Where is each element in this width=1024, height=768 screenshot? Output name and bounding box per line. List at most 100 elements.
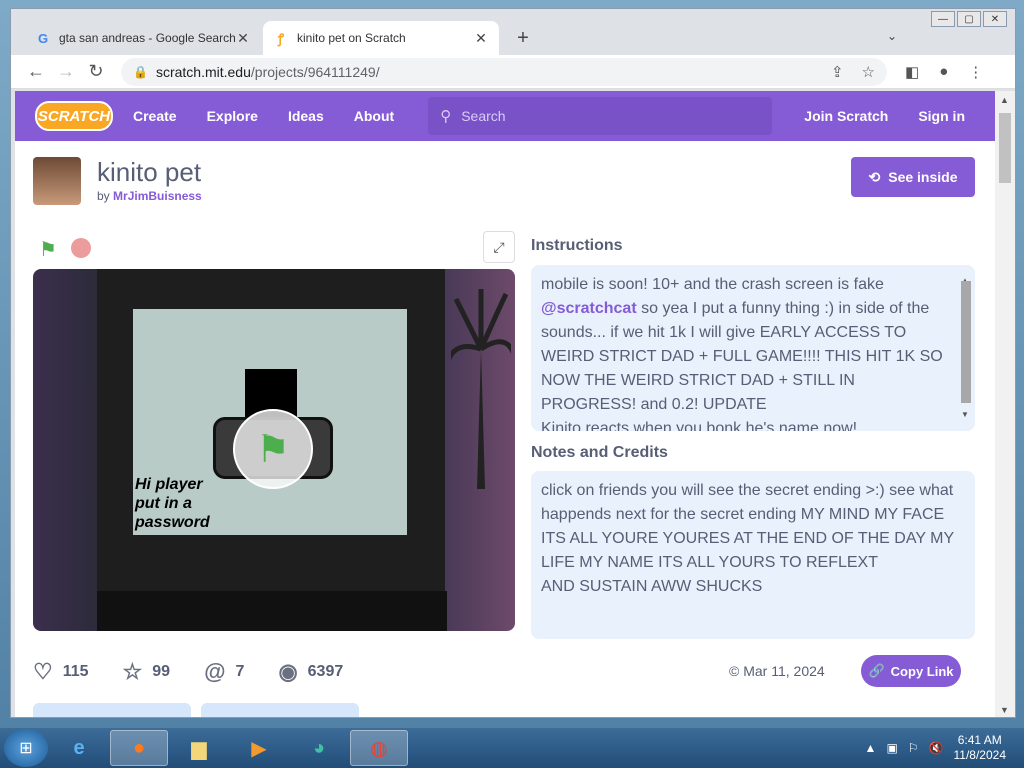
- bookmark-star-icon[interactable]: ☆: [862, 63, 875, 81]
- stage-text: Hi player put in a password: [135, 476, 210, 531]
- share-icon[interactable]: ⇪: [831, 63, 844, 81]
- instructions-line3: Kinito reacts when you bonk he's name no…: [541, 420, 858, 431]
- url-host: scratch.mit.edu: [155, 63, 251, 80]
- tab-title: kinito pet on Scratch: [297, 31, 406, 45]
- nav-create[interactable]: Create: [133, 108, 177, 124]
- palm-tree-icon: [451, 289, 511, 489]
- flag-notification-icon[interactable]: ⚐: [908, 741, 919, 755]
- profile-avatar-icon[interactable]: ●: [939, 63, 948, 81]
- scratch-logo[interactable]: SCRATCH: [35, 101, 113, 131]
- media-player-icon[interactable]: ▶: [230, 730, 288, 766]
- green-flag-icon[interactable]: ⚑: [39, 237, 57, 262]
- shared-date-text: Mar 11, 2024: [743, 663, 825, 679]
- scratch-icon: ꝭ: [277, 31, 285, 46]
- tab-google-search[interactable]: G gta san andreas - Google Search ✕: [25, 21, 261, 55]
- remix-count: 7: [235, 663, 245, 680]
- scroll-down-icon[interactable]: ▼: [961, 403, 969, 427]
- search-icon: ⚲: [440, 108, 452, 125]
- shared-date: © Mar 11, 2024: [729, 663, 825, 679]
- instructions-scrollbar[interactable]: ▲ ▼: [959, 269, 971, 427]
- clock-time: 6:41 AM: [957, 733, 1002, 747]
- project-byline: by MrJimBuisness: [97, 189, 202, 203]
- tab-scratch-project[interactable]: ꝭ kinito pet on Scratch ✕: [263, 21, 499, 55]
- stop-sign-icon[interactable]: [71, 238, 91, 258]
- start-button-windows-icon[interactable]: ⊞: [4, 729, 48, 767]
- app-globe-icon[interactable]: ◕: [290, 730, 348, 766]
- views-stat: ◉ 6397: [278, 659, 343, 685]
- instructions-line1: mobile is soon! 10+ and the crash screen…: [541, 276, 884, 293]
- sign-in-link[interactable]: Sign in: [918, 108, 965, 124]
- remix-arrows-icon: ⟲: [868, 168, 881, 185]
- file-explorer-folder-icon[interactable]: ▆: [170, 730, 228, 766]
- chrome-icon[interactable]: ◍: [350, 730, 408, 766]
- lock-icon[interactable]: 🔒: [133, 65, 148, 79]
- views-count: 6397: [307, 663, 344, 680]
- network-icon[interactable]: ▣: [886, 741, 897, 755]
- search-placeholder: Search: [461, 108, 506, 124]
- fullscreen-icon[interactable]: ⤢: [483, 231, 515, 263]
- remix-spiral-icon: @: [204, 659, 226, 684]
- project-stage[interactable]: Hi player put in a password ⚑: [33, 269, 515, 631]
- new-tab-plus-icon[interactable]: +: [511, 27, 535, 51]
- tray-expand-icon[interactable]: ▲: [865, 741, 877, 755]
- green-flag-play-icon[interactable]: ⚑: [233, 409, 313, 489]
- tab-search-chevron-icon[interactable]: ⌄: [887, 29, 897, 43]
- menu-kebab-icon[interactable]: ⋮: [968, 63, 983, 81]
- stage-floor: [97, 591, 447, 631]
- project-title: kinito pet: [97, 157, 202, 187]
- search-input[interactable]: ⚲ Search: [428, 97, 773, 135]
- eye-icon: ◉: [278, 659, 298, 684]
- close-tab-icon[interactable]: ✕: [473, 30, 489, 47]
- back-arrow-icon[interactable]: ←: [21, 61, 51, 82]
- tab-title: gta san andreas - Google Search: [59, 31, 235, 45]
- chip-right[interactable]: [201, 703, 359, 717]
- scroll-up-icon[interactable]: ▲: [1000, 95, 1009, 105]
- copyright-icon: ©: [729, 663, 740, 679]
- nav-explore[interactable]: Explore: [207, 108, 258, 124]
- link-icon: 🔗: [868, 663, 885, 678]
- google-g-icon: G: [37, 30, 49, 46]
- author-link[interactable]: MrJimBuisness: [113, 189, 202, 203]
- favorite-stat[interactable]: ☆ 99: [123, 659, 171, 685]
- star-icon: ☆: [122, 659, 143, 684]
- project-stats: ♡ 115 ☆ 99 @ 7 ◉ 6397: [33, 659, 367, 685]
- scroll-thumb[interactable]: [961, 281, 971, 403]
- volume-muted-icon[interactable]: 🔇: [929, 741, 944, 755]
- system-tray: ▲ ▣ ⚐ 🔇 6:41 AM 11/8/2024: [865, 733, 1024, 763]
- browser-toolbar: ← → ↻ 🔒 scratch.mit.edu/projects/9641112…: [11, 55, 1015, 89]
- scroll-down-icon[interactable]: ▼: [1000, 705, 1009, 715]
- instructions-box[interactable]: mobile is soon! 10+ and the crash screen…: [531, 265, 975, 431]
- see-inside-button[interactable]: ⟲ See inside: [851, 157, 975, 197]
- page-viewport: SCRATCH Create Explore Ideas About ⚲ Sea…: [15, 91, 995, 717]
- mention-link[interactable]: @scratchcat: [541, 300, 637, 317]
- by-label: by: [97, 189, 110, 203]
- clock[interactable]: 6:41 AM 11/8/2024: [954, 733, 1007, 763]
- author-avatar[interactable]: [33, 157, 81, 205]
- notes-box: click on friends you will see the secret…: [531, 471, 975, 639]
- bottom-chips: [33, 703, 359, 717]
- url-path: /projects/964111249/: [250, 63, 380, 80]
- browser-window: — ▢ ✕ G gta san andreas - Google Search …: [10, 8, 1016, 718]
- firefox-icon[interactable]: ●: [110, 730, 168, 766]
- remix-stat[interactable]: @ 7: [204, 659, 244, 685]
- copy-link-label: Copy Link: [890, 663, 954, 679]
- page-scrollbar[interactable]: ▲ ▼: [995, 91, 1015, 717]
- love-stat[interactable]: ♡ 115: [33, 659, 89, 685]
- favorite-count: 99: [152, 663, 171, 680]
- reload-icon[interactable]: ↻: [81, 61, 111, 82]
- chip-left[interactable]: [33, 703, 191, 717]
- forward-arrow-icon[interactable]: →: [51, 61, 81, 82]
- close-tab-icon[interactable]: ✕: [235, 30, 251, 47]
- page-scroll-thumb[interactable]: [999, 113, 1011, 183]
- nav-about[interactable]: About: [354, 108, 394, 124]
- love-count: 115: [62, 663, 89, 680]
- copy-link-button[interactable]: 🔗 Copy Link: [861, 655, 961, 687]
- tab-strip: G gta san andreas - Google Search ✕ ꝭ ki…: [11, 9, 1015, 55]
- address-bar[interactable]: 🔒 scratch.mit.edu/projects/964111249/ ⇪ …: [121, 57, 887, 86]
- side-panel-icon[interactable]: ◧: [905, 63, 919, 81]
- internet-explorer-icon[interactable]: e: [50, 730, 108, 766]
- join-scratch-link[interactable]: Join Scratch: [804, 108, 888, 124]
- heart-icon: ♡: [33, 659, 53, 684]
- nav-ideas[interactable]: Ideas: [288, 108, 324, 124]
- instructions-heading: Instructions: [531, 237, 623, 254]
